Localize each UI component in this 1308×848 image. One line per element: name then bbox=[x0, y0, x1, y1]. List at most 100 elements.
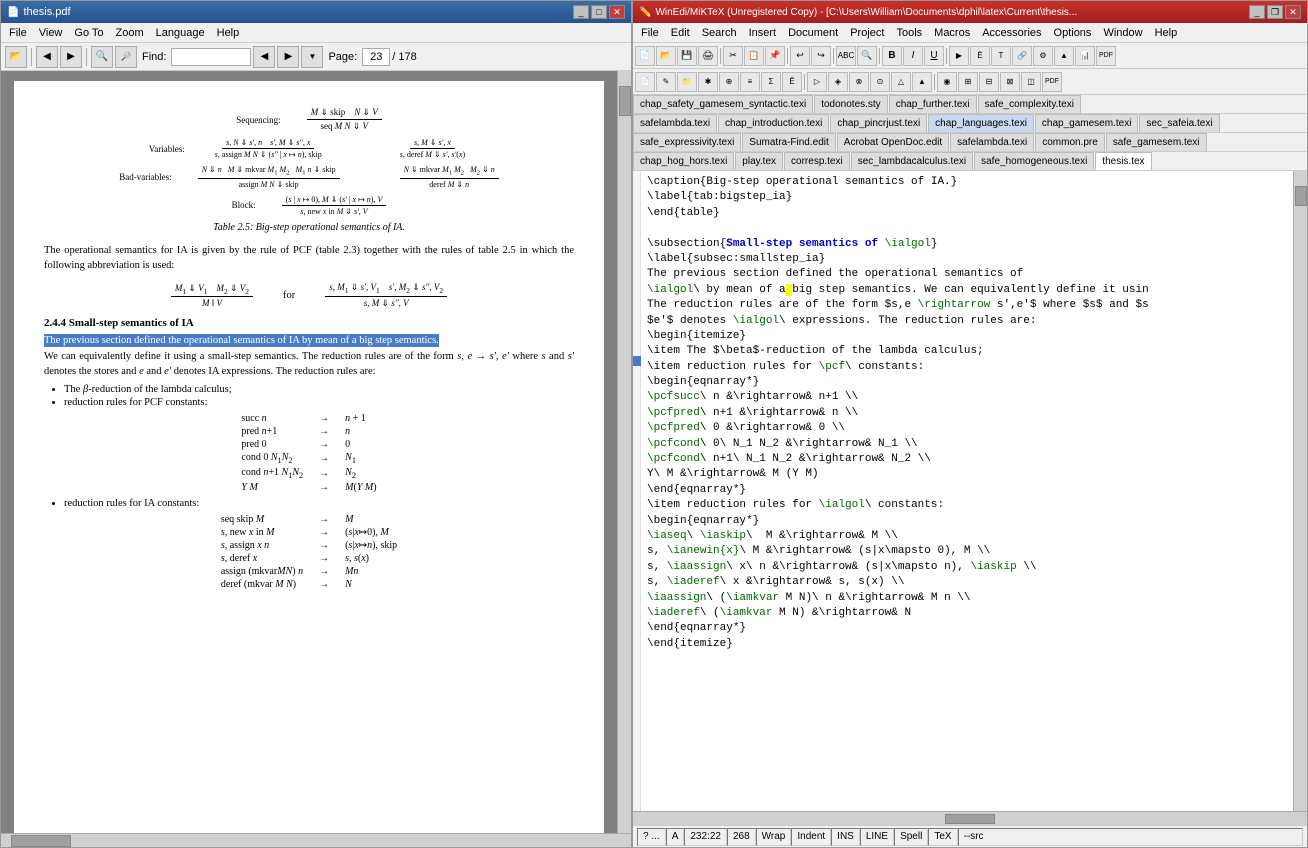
tb-extra3[interactable]: T bbox=[991, 46, 1011, 66]
tb-extra6[interactable]: ▲ bbox=[1054, 46, 1074, 66]
tb-paste[interactable]: 📌 bbox=[765, 46, 785, 66]
tab-safe-complexity[interactable]: safe_complexity.texi bbox=[978, 95, 1081, 113]
right-menu-help[interactable]: Help bbox=[1149, 25, 1184, 41]
tab-safe-homogeneous[interactable]: safe_homogeneous.texi bbox=[974, 152, 1094, 170]
right-menu-accessories[interactable]: Accessories bbox=[976, 25, 1047, 41]
right-menu-macros[interactable]: Macros bbox=[928, 25, 976, 41]
tb2-6[interactable]: ≡ bbox=[740, 72, 760, 92]
tb2-14[interactable]: ▲ bbox=[912, 72, 932, 92]
tb-save[interactable]: 💾 bbox=[677, 46, 697, 66]
right-menu-file[interactable]: File bbox=[635, 25, 665, 41]
editor-bottom-scrollbar[interactable] bbox=[633, 811, 1307, 825]
tab-safelambda[interactable]: safelambda.texi bbox=[633, 114, 717, 132]
tab-sec-safeia[interactable]: sec_safeia.texi bbox=[1139, 114, 1219, 132]
tb-italic[interactable]: I bbox=[903, 46, 923, 66]
right-menu-options[interactable]: Options bbox=[1048, 25, 1098, 41]
tb2-8[interactable]: Ê bbox=[782, 72, 802, 92]
close-button[interactable]: ✕ bbox=[609, 5, 625, 19]
tb-extra2[interactable]: Ë bbox=[970, 46, 990, 66]
tb2-3[interactable]: 📁 bbox=[677, 72, 697, 92]
right-close-button[interactable]: ✕ bbox=[1285, 5, 1301, 19]
vertical-scrollbar[interactable] bbox=[617, 71, 631, 833]
tb-undo[interactable]: ↩ bbox=[790, 46, 810, 66]
tb-print[interactable]: 🖨 bbox=[698, 46, 718, 66]
tb2-19[interactable]: ◫ bbox=[1021, 72, 1041, 92]
menu-file[interactable]: File bbox=[3, 25, 33, 41]
tab-chap-languages[interactable]: chap_languages.texi bbox=[928, 114, 1034, 132]
right-restore-button[interactable]: ❐ bbox=[1267, 5, 1283, 19]
menu-view[interactable]: View bbox=[33, 25, 69, 41]
maximize-button[interactable]: □ bbox=[591, 5, 607, 19]
tb2-4[interactable]: ✱ bbox=[698, 72, 718, 92]
tab-acrobat[interactable]: Acrobat OpenDoc.edit bbox=[837, 133, 949, 151]
page-input[interactable] bbox=[362, 48, 390, 66]
tb2-10[interactable]: ◈ bbox=[828, 72, 848, 92]
right-menu-tools[interactable]: Tools bbox=[890, 25, 928, 41]
right-menu-insert[interactable]: Insert bbox=[743, 25, 783, 41]
tb-extra8[interactable]: PDF bbox=[1096, 46, 1116, 66]
tb2-15[interactable]: ◉ bbox=[937, 72, 957, 92]
tab-sec-lambdacalculus[interactable]: sec_lambdacalculus.texi bbox=[851, 152, 973, 170]
right-menu-document[interactable]: Document bbox=[782, 25, 844, 41]
next-page-button[interactable]: ▶ bbox=[60, 46, 82, 68]
tb-extra4[interactable]: 🔗 bbox=[1012, 46, 1032, 66]
editor-vertical-scrollbar[interactable] bbox=[1293, 171, 1307, 811]
tb2-13[interactable]: △ bbox=[891, 72, 911, 92]
tab-chap-gamesem[interactable]: chap_gamesem.texi bbox=[1035, 114, 1139, 132]
find-prev-button[interactable]: ◀ bbox=[253, 46, 275, 68]
tab-sumatra[interactable]: Sumatra-Find.edit bbox=[742, 133, 835, 151]
tab-play[interactable]: play.tex bbox=[735, 152, 783, 170]
minimize-button[interactable]: _ bbox=[573, 5, 589, 19]
menu-zoom[interactable]: Zoom bbox=[110, 25, 150, 41]
tb-bold[interactable]: B bbox=[882, 46, 902, 66]
right-menu-edit[interactable]: Edit bbox=[665, 25, 696, 41]
bottom-scrollbar[interactable] bbox=[1, 833, 631, 847]
right-minimize-button[interactable]: _ bbox=[1249, 5, 1265, 19]
tb-find[interactable]: 🔍 bbox=[857, 46, 877, 66]
tab-safe-expressivity[interactable]: safe_expressivity.texi bbox=[633, 133, 741, 151]
tb2-16[interactable]: ⊞ bbox=[958, 72, 978, 92]
tb-new[interactable]: 📄 bbox=[635, 46, 655, 66]
find-next-button[interactable]: ▶ bbox=[277, 46, 299, 68]
tb-copy[interactable]: 📋 bbox=[744, 46, 764, 66]
tb-spell[interactable]: ABC bbox=[836, 46, 856, 66]
open-button[interactable]: 📂 bbox=[5, 46, 27, 68]
zoom-in-button[interactable]: 🔎 bbox=[115, 46, 137, 68]
tb-underline[interactable]: U bbox=[924, 46, 944, 66]
zoom-out-button[interactable]: 🔍 bbox=[91, 46, 113, 68]
tb2-9[interactable]: ▷ bbox=[807, 72, 827, 92]
tab-chap-hog[interactable]: chap_hog_hors.texi bbox=[633, 152, 734, 170]
tb2-17[interactable]: ⊟ bbox=[979, 72, 999, 92]
tb-redo[interactable]: ↪ bbox=[811, 46, 831, 66]
tab-common[interactable]: common.pre bbox=[1035, 133, 1105, 151]
tb-extra1[interactable]: ▶ bbox=[949, 46, 969, 66]
tab-safe-gamesem[interactable]: safe_gamesem.texi bbox=[1106, 133, 1207, 151]
h-scroll-thumb-right[interactable] bbox=[945, 814, 995, 824]
tb-open[interactable]: 📂 bbox=[656, 46, 676, 66]
h-scroll-thumb[interactable] bbox=[11, 835, 71, 847]
tb2-5[interactable]: ⊕ bbox=[719, 72, 739, 92]
tab-chap-safety[interactable]: chap_safety_gamesem_syntactic.texi bbox=[633, 95, 813, 113]
tab-todonotes[interactable]: todonotes.sty bbox=[814, 95, 887, 113]
tb-extra5[interactable]: ⚙ bbox=[1033, 46, 1053, 66]
menu-language[interactable]: Language bbox=[150, 25, 211, 41]
editor-scroll-thumb[interactable] bbox=[1295, 186, 1307, 206]
scroll-thumb[interactable] bbox=[619, 86, 631, 116]
menu-help[interactable]: Help bbox=[211, 25, 246, 41]
tb-extra7[interactable]: 📊 bbox=[1075, 46, 1095, 66]
tab-chap-intro[interactable]: chap_introduction.texi bbox=[718, 114, 829, 132]
find-input[interactable] bbox=[171, 48, 251, 66]
tb-cut[interactable]: ✂ bbox=[723, 46, 743, 66]
tb2-20[interactable]: PDF bbox=[1042, 72, 1062, 92]
tb2-18[interactable]: ⊠ bbox=[1000, 72, 1020, 92]
editor-text[interactable]: \caption{Big-step operational semantics … bbox=[641, 171, 1293, 811]
right-menu-project[interactable]: Project bbox=[844, 25, 890, 41]
menu-goto[interactable]: Go To bbox=[68, 25, 109, 41]
tb2-12[interactable]: ⊙ bbox=[870, 72, 890, 92]
tb2-1[interactable]: 📄 bbox=[635, 72, 655, 92]
tab-safelambda2[interactable]: safelambda.texi bbox=[950, 133, 1034, 151]
right-menu-window[interactable]: Window bbox=[1097, 25, 1148, 41]
tb2-11[interactable]: ⊗ bbox=[849, 72, 869, 92]
tb2-7[interactable]: Σ bbox=[761, 72, 781, 92]
tb2-2[interactable]: ✎ bbox=[656, 72, 676, 92]
